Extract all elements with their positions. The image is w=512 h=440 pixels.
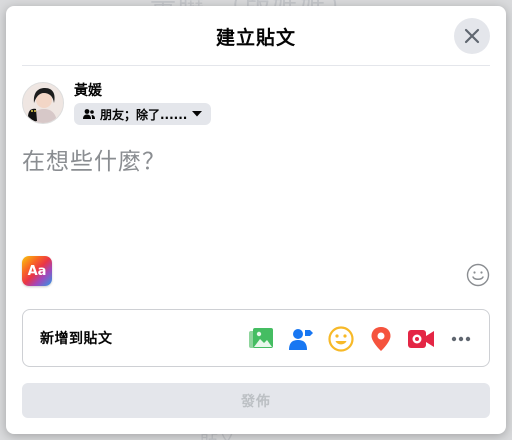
privacy-label: 朋友；除了...... (100, 107, 188, 122)
text-style-button[interactable]: Aa (22, 256, 52, 286)
close-button[interactable] (454, 18, 490, 54)
text-style-label: Aa (27, 263, 47, 279)
live-video-button[interactable] (405, 324, 437, 354)
dialog-title: 建立貼文 (215, 26, 296, 49)
caret-down-icon (192, 111, 203, 117)
dialog-header: 建立貼文 (6, 6, 506, 66)
avatar[interactable] (22, 81, 64, 124)
live-video-icon (408, 330, 434, 348)
more-options-button[interactable] (445, 324, 477, 354)
close-icon (464, 28, 480, 44)
header-divider (22, 65, 490, 66)
add-to-post-label: 新增到貼文 (40, 331, 113, 347)
more-icon (451, 336, 471, 342)
photo-video-icon (249, 328, 273, 348)
publish-button[interactable]: 發佈 (22, 383, 490, 418)
privacy-selector[interactable]: 朋友；除了...... (74, 103, 212, 125)
emoji-button[interactable] (466, 263, 490, 287)
avatar-image (23, 82, 63, 123)
author-name: 黃媛 (74, 83, 102, 99)
photo-video-button[interactable] (245, 324, 277, 354)
tag-people-button[interactable] (285, 324, 317, 354)
check-in-icon (371, 327, 391, 351)
feeling-button[interactable] (325, 324, 357, 354)
smiley-icon (466, 263, 490, 287)
post-composer-input[interactable]: 在想些什麼？ (22, 142, 166, 176)
create-post-dialog: 建立貼文 黃媛 朋友；除了...... 在想些什麼？ Aa 新增到貼文 發佈 (6, 6, 506, 434)
add-to-post-bar: 新增到貼文 (22, 309, 490, 367)
post-author: 黃媛 朋友；除了...... (22, 80, 212, 125)
feeling-icon (328, 326, 354, 352)
friends-icon (83, 109, 95, 119)
check-in-button[interactable] (365, 324, 397, 354)
tag-people-icon (289, 329, 313, 350)
